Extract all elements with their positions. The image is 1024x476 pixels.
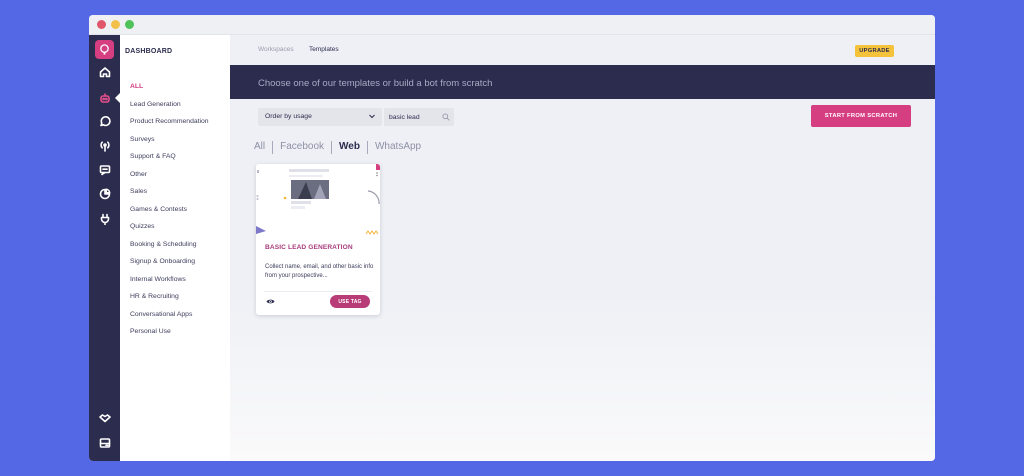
category-list: ALL Lead Generation Product Recommendati… <box>130 78 209 341</box>
template-description: Collect name, email, and other basic inf… <box>265 264 374 279</box>
upgrade-button[interactable]: UPGRADE <box>855 45 894 57</box>
templates-banner: Choose one of our templates or build a b… <box>230 65 935 99</box>
category-support-faq[interactable]: Support & FAQ <box>130 148 209 166</box>
filter-facebook[interactable]: Facebook <box>273 140 331 154</box>
category-sidebar: DASHBOARD ALL Lead Generation Product Re… <box>120 35 230 461</box>
order-select-value: Order by usage <box>265 113 312 120</box>
maximize-window-button[interactable] <box>125 20 134 29</box>
chevron-down-icon <box>369 114 375 119</box>
minimize-window-button[interactable] <box>111 20 120 29</box>
app-window: DASHBOARD ALL Lead Generation Product Re… <box>89 15 935 461</box>
search-input[interactable] <box>389 111 441 123</box>
category-conversational-apps[interactable]: Conversational Apps <box>130 306 209 324</box>
category-hr-recruiting[interactable]: HR & Recruiting <box>130 288 209 306</box>
top-navigation: Workspaces Templates UPGRADE <box>230 35 935 65</box>
dashboard-heading[interactable]: DASHBOARD <box>125 48 172 55</box>
broadcast-icon[interactable] <box>89 137 120 155</box>
preview-eye-icon[interactable] <box>266 297 275 306</box>
tab-templates[interactable]: Templates <box>309 46 339 53</box>
template-title: BASIC LEAD GENERATION <box>265 244 353 251</box>
order-select[interactable]: Order by usage <box>258 108 382 126</box>
template-preview-image <box>256 164 380 236</box>
icon-rail <box>89 35 120 461</box>
channel-filters: All Facebook Web WhatsApp <box>254 140 428 154</box>
integrations-icon[interactable] <box>89 210 120 228</box>
brand-logo-icon[interactable] <box>95 40 114 59</box>
category-lead-generation[interactable]: Lead Generation <box>130 96 209 114</box>
chat-icon[interactable] <box>89 161 120 179</box>
template-card[interactable]: BASIC LEAD GENERATION Collect name, emai… <box>256 164 380 315</box>
template-search[interactable] <box>384 108 454 126</box>
category-surveys[interactable]: Surveys <box>130 131 209 149</box>
category-signup-onboarding[interactable]: Signup & Onboarding <box>130 253 209 271</box>
home-icon[interactable] <box>89 63 120 81</box>
card-divider <box>264 291 372 292</box>
close-window-button[interactable] <box>97 20 106 29</box>
app-body: DASHBOARD ALL Lead Generation Product Re… <box>89 35 935 461</box>
whatsapp-icon[interactable] <box>89 112 120 130</box>
category-other[interactable]: Other <box>130 166 209 184</box>
main-content: Workspaces Templates UPGRADE Choose one … <box>230 35 935 461</box>
window-titlebar <box>89 15 935 35</box>
category-personal-use[interactable]: Personal Use <box>130 323 209 341</box>
category-internal-workflows[interactable]: Internal Workflows <box>130 271 209 289</box>
banner-text: Choose one of our templates or build a b… <box>258 78 493 89</box>
filter-whatsapp[interactable]: WhatsApp <box>368 140 428 154</box>
filter-web[interactable]: Web <box>332 140 367 154</box>
filter-all[interactable]: All <box>254 140 272 154</box>
category-sales[interactable]: Sales <box>130 183 209 201</box>
category-games-contests[interactable]: Games & Contests <box>130 201 209 219</box>
search-icon[interactable] <box>442 113 450 121</box>
analytics-icon[interactable] <box>89 185 120 203</box>
category-booking-scheduling[interactable]: Booking & Scheduling <box>130 236 209 254</box>
category-quizzes[interactable]: Quizzes <box>130 218 209 236</box>
category-product-recommendation[interactable]: Product Recommendation <box>130 113 209 131</box>
use-template-button[interactable]: USE TAG <box>330 295 370 308</box>
partner-icon[interactable] <box>89 409 120 427</box>
settings-panel-icon[interactable] <box>89 434 120 452</box>
category-all[interactable]: ALL <box>130 78 209 96</box>
start-from-scratch-button[interactable]: START FROM SCRATCH <box>811 105 911 127</box>
tab-workspaces[interactable]: Workspaces <box>258 46 294 53</box>
